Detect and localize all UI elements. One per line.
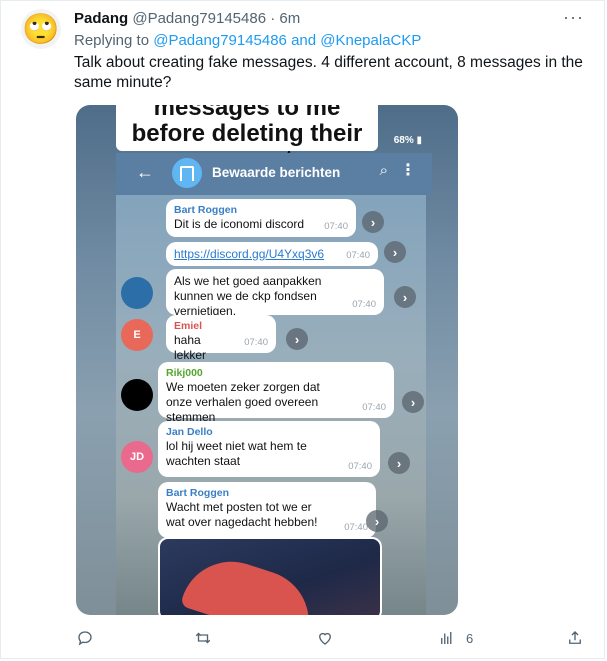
forward-icon: › xyxy=(366,510,388,532)
tweet-time[interactable]: · 6m xyxy=(270,10,300,27)
forward-icon: › xyxy=(286,328,308,350)
tweet-header: Padang @Padang79145486 · 6m xyxy=(74,10,300,28)
chat-message: Jan Dello lol hij weet niet wat hem te wa… xyxy=(158,421,380,477)
message-time: 07:40 xyxy=(244,337,268,348)
retweet-button[interactable] xyxy=(194,627,212,649)
tweet-media[interactable]: messages to me before deleting their acc… xyxy=(76,105,458,615)
message-sender: Bart Roggen xyxy=(166,487,229,499)
reply-icon xyxy=(78,631,92,646)
back-arrow-icon: ← xyxy=(136,162,154,182)
message-time: 07:40 xyxy=(348,461,372,472)
author-name[interactable]: Padang xyxy=(74,10,128,27)
chat-user-avatar: JD xyxy=(121,441,153,473)
message-sender: Bart Roggen xyxy=(174,204,237,216)
message-time: 07:40 xyxy=(352,299,376,310)
like-icon xyxy=(319,632,331,645)
image-message xyxy=(158,537,382,615)
message-text: Wacht met posten tot we er wat over nage… xyxy=(166,500,318,529)
forward-icon: › xyxy=(388,452,410,474)
chat-user-avatar: E xyxy=(121,319,153,351)
chat-message: https://discord.gg/U4Yxq3v6 07:40 xyxy=(166,242,378,266)
retweet-icon xyxy=(195,632,211,644)
tweet-actions: 6 xyxy=(74,627,589,649)
message-text: lol hij weet niet wat hem te wachten sta… xyxy=(166,439,307,468)
message-sender: Emiel xyxy=(174,320,203,332)
views-icon xyxy=(441,632,452,644)
message-time: 07:40 xyxy=(324,221,348,232)
message-time: 07:40 xyxy=(346,250,370,261)
message-sender: Rikj000 xyxy=(166,367,203,379)
message-text: https://discord.gg/U4Yxq3v6 xyxy=(174,247,325,261)
bookmark-icon xyxy=(172,158,202,188)
chat-message: Rikj000 We moeten zeker zorgen dat onze v… xyxy=(158,362,394,424)
replying-to-prefix: Replying to xyxy=(74,32,154,49)
battery-level: 68% xyxy=(393,135,414,146)
chat-user-avatar xyxy=(121,379,153,411)
forward-icon: › xyxy=(384,241,406,263)
more-options-icon[interactable]: ··· xyxy=(563,7,584,28)
forward-icon: › xyxy=(362,211,384,233)
battery-status: 68% ▮ xyxy=(393,135,422,146)
reply-button[interactable] xyxy=(76,627,94,649)
views-count: 6 xyxy=(466,630,474,646)
replying-to-mentions[interactable]: @Padang79145486 and @KnepalaCKP xyxy=(153,32,421,49)
search-icon: ⌕ xyxy=(379,162,388,179)
menu-icon: ⋮ xyxy=(400,162,416,179)
chat-header: ← Bewaarde berichten ⌕ ⋮ xyxy=(116,153,432,195)
chat-message: Bart Roggen Wacht met posten tot we er wa… xyxy=(158,482,376,538)
message-time: 07:40 xyxy=(362,402,386,413)
views-button[interactable]: 6 xyxy=(438,627,473,649)
author-handle[interactable]: @Padang79145486 xyxy=(132,10,266,27)
tweet[interactable]: 🙄 Padang @Padang79145486 · 6m ··· Replyi… xyxy=(0,0,605,659)
avatar-emoji: 🙄 xyxy=(22,12,60,46)
like-button[interactable] xyxy=(316,627,334,649)
chat-message: Bart Roggen Dit is de iconomi discord 07:4… xyxy=(166,199,356,237)
chat-title: Bewaarde berichten xyxy=(212,165,341,180)
chat-message: Als we het goed aanpakken kunnen we de c… xyxy=(166,269,384,318)
message-sender: Jan Dello xyxy=(166,426,213,438)
message-time: 07:40 xyxy=(344,522,368,533)
image-content xyxy=(179,548,323,615)
chat-user-avatar xyxy=(121,277,153,309)
avatar[interactable]: 🙄 xyxy=(21,9,61,49)
message-text: Dit is de iconomi discord xyxy=(174,217,305,231)
forward-icon: › xyxy=(394,286,416,308)
message-text: Als we het goed aanpakken kunnen we de c… xyxy=(174,274,322,318)
forward-icon: › xyxy=(402,391,424,413)
tweet-text: Talk about creating fake messages. 4 dif… xyxy=(74,54,583,91)
share-button[interactable] xyxy=(566,627,584,649)
share-icon xyxy=(569,631,581,644)
chat-message: Emiel haha lekker 07:40 xyxy=(166,315,276,362)
replying-to: Replying to @Padang79145486 and @Knepala… xyxy=(74,32,421,50)
message-text: We moeten zeker zorgen dat onze verhalen… xyxy=(166,380,320,424)
